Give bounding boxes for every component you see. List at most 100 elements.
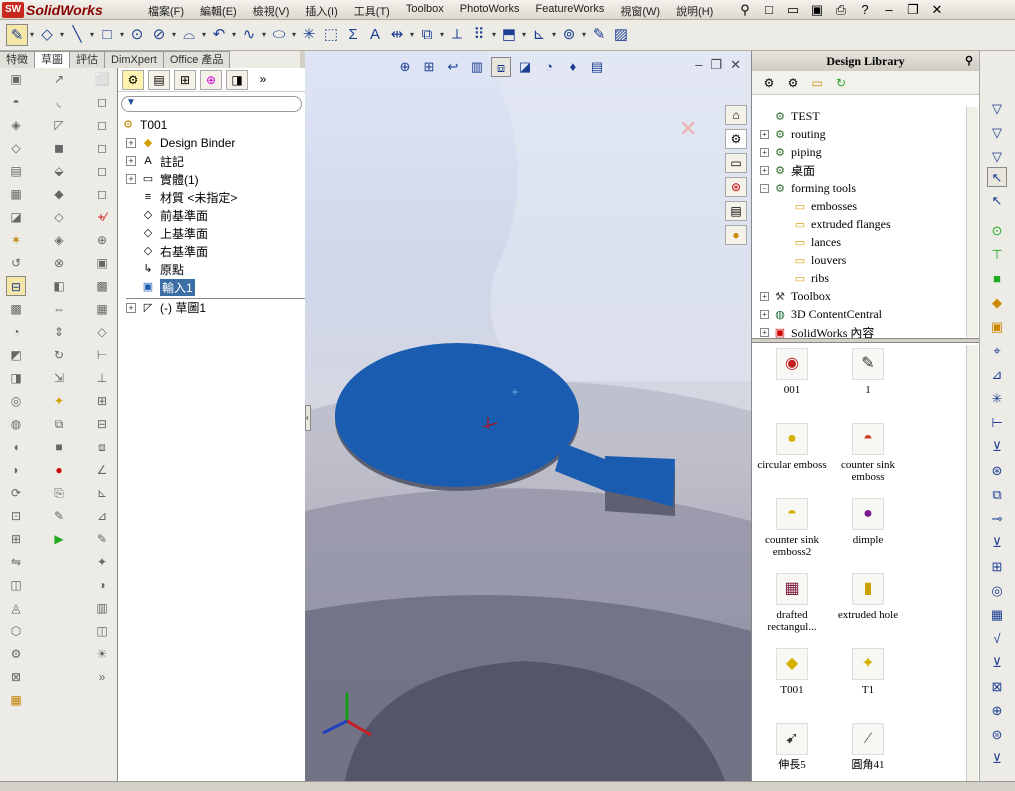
expand-toggle[interactable]: +: [760, 291, 769, 301]
menu-item[interactable]: PhotoWorks: [452, 2, 528, 20]
command-tab[interactable]: DimXpert: [105, 51, 164, 68]
library-item[interactable]: ◓ counter sink emboss2: [754, 495, 830, 570]
horizontal-dim-icon[interactable]: ⊢: [92, 345, 112, 365]
trim-icon[interactable]: ⟂: [446, 24, 468, 46]
command-tab[interactable]: 評估: [70, 51, 105, 68]
repair-sketch-icon[interactable]: ⊚: [558, 24, 580, 46]
dim-edit-icon[interactable]: ✎: [92, 529, 112, 549]
view-top-icon[interactable]: ◻: [92, 115, 112, 135]
chevron-down-icon[interactable]: ▾: [88, 24, 96, 46]
command-tab[interactable]: 特徵: [0, 51, 35, 68]
filter-dimension-icon[interactable]: ⊿: [987, 365, 1007, 385]
library-tree-node[interactable]: + ⚒ Toolbox: [752, 287, 970, 305]
help-icon[interactable]: ?: [856, 1, 874, 18]
menu-item[interactable]: 檢視(V): [245, 2, 298, 20]
part-model[interactable]: [305, 51, 751, 781]
restore-icon[interactable]: ❐: [904, 1, 922, 18]
chevron-down-icon[interactable]: ▾: [520, 24, 528, 46]
library-item[interactable]: ✎ 1: [830, 345, 906, 420]
chevron-down-icon[interactable]: ▾: [118, 24, 126, 46]
library-item[interactable]: ● circular emboss: [754, 420, 830, 495]
display-manager-tab-icon[interactable]: ◨: [226, 69, 248, 90]
filter-datum-icon[interactable]: ⊢: [987, 413, 1007, 433]
fillet-sketch-icon[interactable]: ◟: [49, 92, 69, 112]
chamfer-icon[interactable]: ◩: [6, 345, 26, 365]
feature-manager-tab-icon[interactable]: ⚙: [122, 69, 144, 90]
convert-icon[interactable]: ◇: [49, 207, 69, 227]
chevron-down-icon[interactable]: ▾: [550, 24, 558, 46]
chevron-down-icon[interactable]: ▾: [58, 24, 66, 46]
display-icon[interactable]: ▣: [92, 253, 112, 273]
filter-gtol-icon[interactable]: ▦: [987, 605, 1007, 625]
split-entity-icon[interactable]: ⊗: [49, 253, 69, 273]
menu-item[interactable]: 插入(I): [297, 2, 345, 20]
menu-item[interactable]: 工具(T): [346, 2, 398, 20]
display-style-icon[interactable]: ◪: [515, 57, 535, 77]
appearance-edit-icon[interactable]: ♦: [563, 57, 583, 77]
chevron-down-icon[interactable]: ▾: [260, 24, 268, 46]
zoom-area-icon[interactable]: ⊞: [419, 57, 439, 77]
feature-tool-icon[interactable]: ▩: [6, 299, 26, 319]
expand-toggle[interactable]: +: [760, 327, 769, 337]
shell-icon[interactable]: ▦: [6, 184, 26, 204]
filter-axis-icon[interactable]: ⊤: [987, 245, 1007, 265]
filter-sketch-icon[interactable]: ⌖: [987, 341, 1007, 361]
tree-node[interactable]: ↳ 原點: [126, 260, 305, 278]
image-icon[interactable]: ▨: [610, 24, 632, 46]
scene-icon[interactable]: ▥: [92, 598, 112, 618]
light-icon[interactable]: ☀: [92, 644, 112, 664]
filter-weld-icon[interactable]: ⧉: [987, 485, 1007, 505]
view-settings-icon[interactable]: ▤: [587, 57, 607, 77]
text-icon[interactable]: A: [364, 24, 386, 46]
mirror-feature-icon[interactable]: ⇋: [6, 552, 26, 572]
library-item[interactable]: ▮ extruded hole: [830, 570, 906, 645]
deform-icon[interactable]: ◗: [6, 460, 26, 480]
boundary-icon[interactable]: ▤: [6, 161, 26, 181]
expand-toggle[interactable]: +: [760, 129, 769, 139]
plus-slash-icon[interactable]: +⁄: [92, 207, 112, 227]
library-tree-node[interactable]: ▭ lances: [752, 233, 970, 251]
chamfer-sketch-icon[interactable]: ◸: [49, 115, 69, 135]
refresh-icon[interactable]: ↻: [832, 75, 850, 91]
pattern-icon[interactable]: ⠿: [468, 24, 490, 46]
expand-toggle[interactable]: −: [760, 183, 769, 193]
arc-icon[interactable]: ⌓: [178, 24, 200, 46]
dimxpert-manager-tab-icon[interactable]: ⊕: [200, 69, 222, 90]
filter-silhouette-icon[interactable]: ⊸: [987, 509, 1007, 529]
view-right-icon[interactable]: ◻: [92, 138, 112, 158]
library-item[interactable]: ◆ T001: [754, 645, 830, 720]
menu-item[interactable]: FeatureWorks: [527, 2, 612, 20]
confirmation-corner-cancel-icon[interactable]: ✕: [679, 116, 697, 142]
chevron-down-icon[interactable]: ▾: [230, 24, 238, 46]
hole-icon[interactable]: ◎: [6, 391, 26, 411]
chevron-down-icon[interactable]: ▾: [408, 24, 416, 46]
command-tab[interactable]: 草圖: [35, 51, 70, 68]
pin-icon[interactable]: ⚲: [736, 1, 754, 18]
filter-body-icon[interactable]: ▣: [987, 317, 1007, 337]
menu-item[interactable]: 說明(H): [668, 2, 721, 20]
appearance-icon[interactable]: ◑: [92, 575, 112, 595]
view-palette-tab-icon[interactable]: ▤: [725, 201, 747, 221]
view-trimetric-icon[interactable]: ◻: [92, 184, 112, 204]
sigma-icon[interactable]: Σ: [342, 24, 364, 46]
tree-node[interactable]: ≡ 材質 <未指定>: [126, 188, 305, 206]
menu-item[interactable]: Toolbox: [398, 2, 452, 20]
tree-node[interactable]: + ▭ 實體(1): [126, 170, 305, 188]
baseline-icon[interactable]: ⊟: [92, 414, 112, 434]
library-tree-node[interactable]: + ⚙ 桌面: [752, 161, 970, 179]
configuration-manager-tab-icon[interactable]: ⊞: [174, 69, 196, 90]
relation-icon[interactable]: ⊕: [92, 230, 112, 250]
add-file-location-icon[interactable]: ⚙: [784, 75, 802, 91]
revolve-icon[interactable]: ◓: [6, 92, 26, 112]
pierce-icon[interactable]: ⬙: [49, 161, 69, 181]
circle-perimeter-icon[interactable]: ⊘: [148, 24, 170, 46]
macro-icon[interactable]: ⬡: [6, 621, 26, 641]
smart-dim-icon[interactable]: ◇: [92, 322, 112, 342]
menu-item[interactable]: 檔案(F): [140, 2, 192, 20]
filter-point-icon[interactable]: ⊛: [987, 461, 1007, 481]
filter-table-icon[interactable]: ⊞: [987, 557, 1007, 577]
scale-sketch-icon[interactable]: ⇲: [49, 368, 69, 388]
chevron-down-icon[interactable]: ▾: [200, 24, 208, 46]
cube-icon[interactable]: ⬜: [92, 69, 112, 89]
spring-icon[interactable]: ↺: [6, 253, 26, 273]
